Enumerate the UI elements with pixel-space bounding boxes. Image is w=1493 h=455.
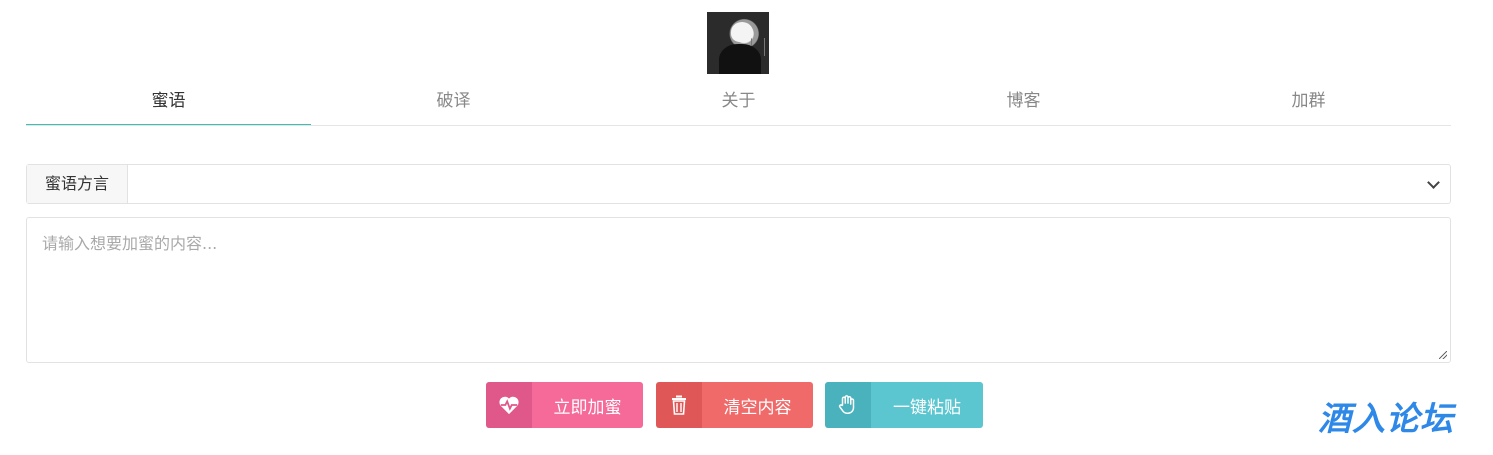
clear-button[interactable]: 清空内容 bbox=[656, 382, 813, 428]
dialect-select-group: 蜜语方言 bbox=[26, 164, 1451, 204]
content-textarea[interactable]: 请输入想要加蜜的内容... bbox=[26, 217, 1451, 363]
dialect-select[interactable] bbox=[128, 165, 1450, 203]
hand-icon bbox=[825, 382, 871, 428]
tab-decrypt[interactable]: 破译 bbox=[311, 85, 596, 124]
tab-about[interactable]: 关于 bbox=[596, 85, 881, 124]
tab-blog[interactable]: 博客 bbox=[881, 85, 1166, 124]
forum-watermark-logo: 酒入论坛 bbox=[1318, 399, 1454, 438]
clear-button-label: 清空内容 bbox=[702, 382, 813, 428]
avatar bbox=[707, 12, 769, 74]
textarea-placeholder: 请输入想要加蜜的内容... bbox=[42, 234, 218, 253]
encrypt-button-label: 立即加蜜 bbox=[532, 382, 643, 428]
encrypt-button[interactable]: 立即加蜜 bbox=[486, 382, 643, 428]
avatar-body bbox=[719, 44, 761, 74]
avatar-head bbox=[731, 22, 753, 42]
tab-encrypt[interactable]: 蜜语 bbox=[26, 85, 311, 125]
paste-button[interactable]: 一键粘贴 bbox=[825, 382, 983, 428]
tab-join-group[interactable]: 加群 bbox=[1166, 85, 1451, 124]
heart-pulse-icon bbox=[486, 382, 532, 428]
trash-icon bbox=[656, 382, 702, 428]
dialect-label: 蜜语方言 bbox=[27, 165, 128, 203]
resize-handle[interactable] bbox=[1439, 351, 1447, 359]
tab-bar: 蜜语 破译 关于 博客 加群 bbox=[26, 85, 1451, 126]
chevron-down-icon bbox=[1427, 176, 1440, 189]
paste-button-label: 一键粘贴 bbox=[871, 382, 983, 428]
